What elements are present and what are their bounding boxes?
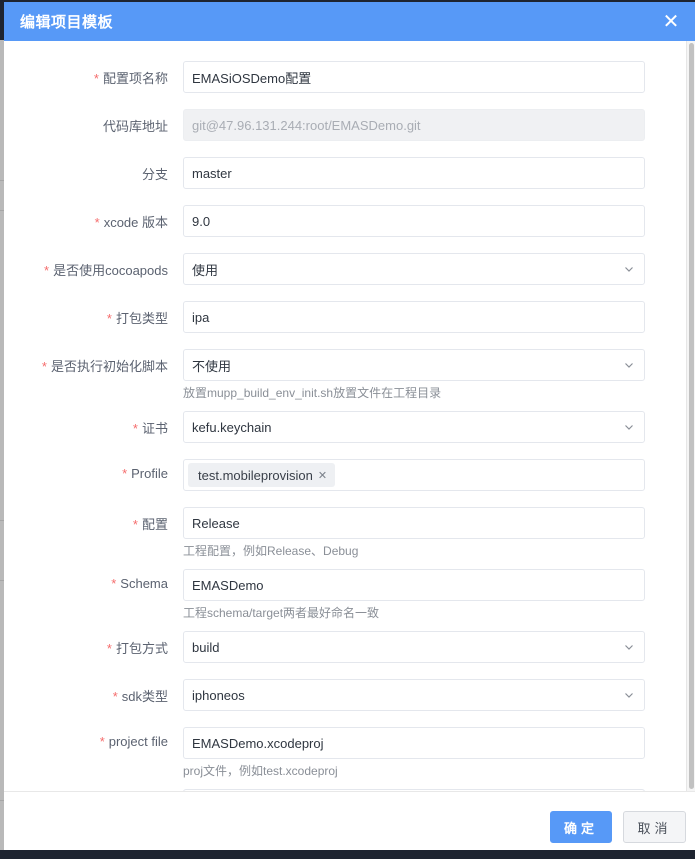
- field-label: 代码库地址: [102, 119, 168, 134]
- required-mark: *: [93, 71, 99, 86]
- input-value: EMASDemo: [192, 577, 264, 593]
- input-value: Release: [192, 515, 240, 531]
- field-label: 分支: [141, 167, 168, 182]
- required-mark: *: [44, 263, 50, 278]
- branch-input[interactable]: master: [183, 157, 645, 189]
- configuration-input[interactable]: Release: [183, 507, 645, 539]
- edit-template-dialog: 编辑项目模板 ✕ * 配置项名称 EMASiOSDemo配置 代码库地址 git@…: [4, 2, 695, 850]
- select-value: kefu.keychain: [192, 419, 272, 435]
- chevron-down-icon: [625, 693, 633, 698]
- init-script-select[interactable]: 不使用: [183, 349, 645, 381]
- required-mark: *: [99, 734, 105, 749]
- field-label: 证书: [141, 421, 168, 436]
- certificate-select[interactable]: kefu.keychain: [183, 411, 645, 443]
- field-label: Profile: [131, 466, 168, 481]
- package-type-input[interactable]: ipa: [183, 301, 645, 333]
- required-mark: *: [106, 311, 112, 326]
- chevron-down-icon: [625, 425, 633, 430]
- scrollbar-thumb[interactable]: [689, 43, 694, 789]
- required-mark: *: [106, 641, 112, 656]
- field-label: 配置: [141, 517, 168, 532]
- select-value: 不使用: [192, 358, 232, 374]
- field-label: sdk类型: [121, 689, 168, 704]
- required-mark: *: [122, 466, 128, 481]
- field-label: Schema: [120, 576, 168, 591]
- repo-url-input: git@47.96.131.244:root/EMASDemo.git: [183, 109, 645, 141]
- project-file-input[interactable]: EMASDemo.xcodeproj: [183, 727, 645, 759]
- input-value: EMASiOSDemo配置: [192, 70, 312, 86]
- required-mark: *: [112, 689, 118, 704]
- build-method-select[interactable]: build: [183, 631, 645, 663]
- sdk-type-select[interactable]: iphoneos: [183, 679, 645, 711]
- dialog-body: * 配置项名称 EMASiOSDemo配置 代码库地址 git@47.96.131…: [4, 41, 695, 791]
- field-label: 是否使用cocoapods: [53, 263, 168, 278]
- field-label: 是否执行初始化脚本: [50, 359, 168, 374]
- config-name-input[interactable]: EMASiOSDemo配置: [183, 61, 645, 93]
- required-mark: *: [132, 421, 138, 436]
- use-cocoapods-select[interactable]: 使用: [183, 253, 645, 285]
- cancel-button[interactable]: 取消: [623, 811, 686, 843]
- field-hint: proj文件，例如test.xcodeproj: [183, 764, 338, 778]
- field-hint: 工程schema/target两者最好命名一致: [183, 606, 380, 620]
- tag-label: test.mobileprovision: [198, 467, 313, 483]
- required-mark: *: [132, 517, 138, 532]
- profile-tag: test.mobileprovision ✕: [188, 463, 336, 487]
- dialog-header: 编辑项目模板 ✕: [4, 2, 695, 41]
- required-mark: *: [41, 359, 47, 374]
- field-label: 打包方式: [115, 641, 168, 656]
- field-label: 打包类型: [115, 311, 168, 326]
- field-label: xcode 版本: [103, 215, 168, 230]
- select-value: build: [192, 639, 220, 655]
- required-mark: *: [94, 215, 100, 230]
- input-value: 9.0: [192, 213, 211, 229]
- schema-input[interactable]: EMASDemo: [183, 569, 645, 601]
- chevron-down-icon: [625, 645, 633, 650]
- xcode-version-input[interactable]: 9.0: [183, 205, 645, 237]
- profile-multiselect[interactable]: test.mobileprovision ✕: [183, 459, 645, 491]
- confirm-button[interactable]: 确定: [550, 811, 612, 843]
- select-value: iphoneos: [192, 687, 245, 703]
- dialog-scrollbar[interactable]: [686, 41, 695, 791]
- required-mark: *: [111, 576, 117, 591]
- input-value: git@47.96.131.244:root/EMASDemo.git: [192, 117, 421, 133]
- chevron-down-icon: [625, 363, 633, 368]
- field-label: project file: [108, 734, 168, 749]
- select-value: 使用: [192, 262, 219, 278]
- input-value: ipa: [192, 309, 210, 325]
- input-value: EMASDemo.xcodeproj: [192, 735, 324, 751]
- close-icon[interactable]: ✕: [661, 12, 681, 32]
- field-hint: 工程配置，例如Release、Debug: [183, 544, 359, 558]
- field-label: 配置项名称: [102, 71, 168, 86]
- tag-remove-icon[interactable]: ✕: [318, 469, 327, 482]
- input-value: master: [192, 165, 232, 181]
- chevron-down-icon: [625, 267, 633, 272]
- field-hint: 放置mupp_build_env_init.sh放置文件在工程目录: [183, 386, 442, 400]
- dialog-title: 编辑项目模板: [20, 14, 114, 31]
- dialog-footer: 确定 取消: [4, 791, 695, 850]
